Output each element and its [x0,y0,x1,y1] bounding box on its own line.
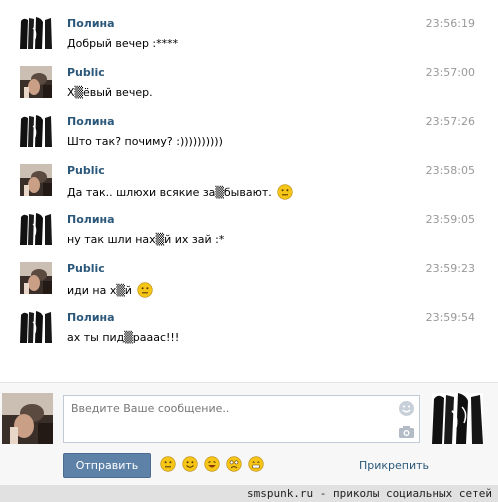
message-text-content: ах ты пид▒раааc!!! [67,331,180,344]
message-input-box [63,395,420,443]
message-time: 23:57:26 [425,115,475,128]
message-row: Public 23:59:23 иди на х▒й [0,245,498,298]
sender-avatar[interactable] [20,164,52,196]
peer-avatar[interactable] [432,393,483,444]
sender-name[interactable]: Public [67,164,105,177]
watermark: smspunk.ru - приколы социальных сетей [0,485,498,502]
sender-avatar[interactable] [20,262,52,294]
message-row: Полина 23:57:26 Што так? почиму? :))))))))… [0,98,498,148]
sender-avatar[interactable] [20,115,52,147]
sender-name[interactable]: Полина [67,17,115,30]
message-row: Public 23:57:00 Х▒ёвый вечер. [0,49,498,99]
sender-avatar[interactable] [20,66,52,98]
camera-icon[interactable] [398,423,415,440]
message-text: ах ты пид▒раааc!!! [67,331,179,344]
attach-link[interactable]: Прикрепить [359,459,429,472]
quick-smiles-bar [160,456,270,472]
sender-avatar[interactable] [20,213,52,245]
message-time: 23:59:54 [425,311,475,324]
message-time: 23:59:05 [425,213,475,226]
sender-name[interactable]: Public [67,262,105,275]
message-row: Полина 23:56:19 Добрый вечер :**** [0,0,498,50]
message-composer: Отправить Прикрепить [0,382,498,487]
sender-avatar[interactable] [20,17,52,49]
my-avatar[interactable] [2,393,53,444]
grin-icon[interactable] [248,456,264,472]
message-row: Public 23:58:05 Да так.. шлюхи всякие за▒б… [0,147,498,200]
message-row: Полина 23:59:54 ах ты пид▒раааc!!! [0,294,498,344]
message-time: 23:57:00 [425,66,475,79]
sad-icon[interactable] [226,456,242,472]
sender-avatar[interactable] [20,311,52,343]
sender-name[interactable]: Полина [67,115,115,128]
laugh-icon[interactable] [204,456,220,472]
message-time: 23:56:19 [425,17,475,30]
sender-name[interactable]: Полина [67,213,115,226]
send-button[interactable]: Отправить [63,453,151,478]
message-input[interactable] [64,396,394,442]
message-time: 23:58:05 [425,164,475,177]
emoji-picker-icon[interactable] [398,400,415,417]
smile-icon[interactable] [160,456,176,472]
message-row: Полина 23:59:05 ну так шли нах▒й их зай :* [0,196,498,246]
message-history: Полина 23:56:19 Добрый вечер :**** Public 23… [0,0,498,382]
happy-icon[interactable] [182,456,198,472]
sender-name[interactable]: Public [67,66,105,79]
sender-name[interactable]: Полина [67,311,115,324]
message-time: 23:59:23 [425,262,475,275]
